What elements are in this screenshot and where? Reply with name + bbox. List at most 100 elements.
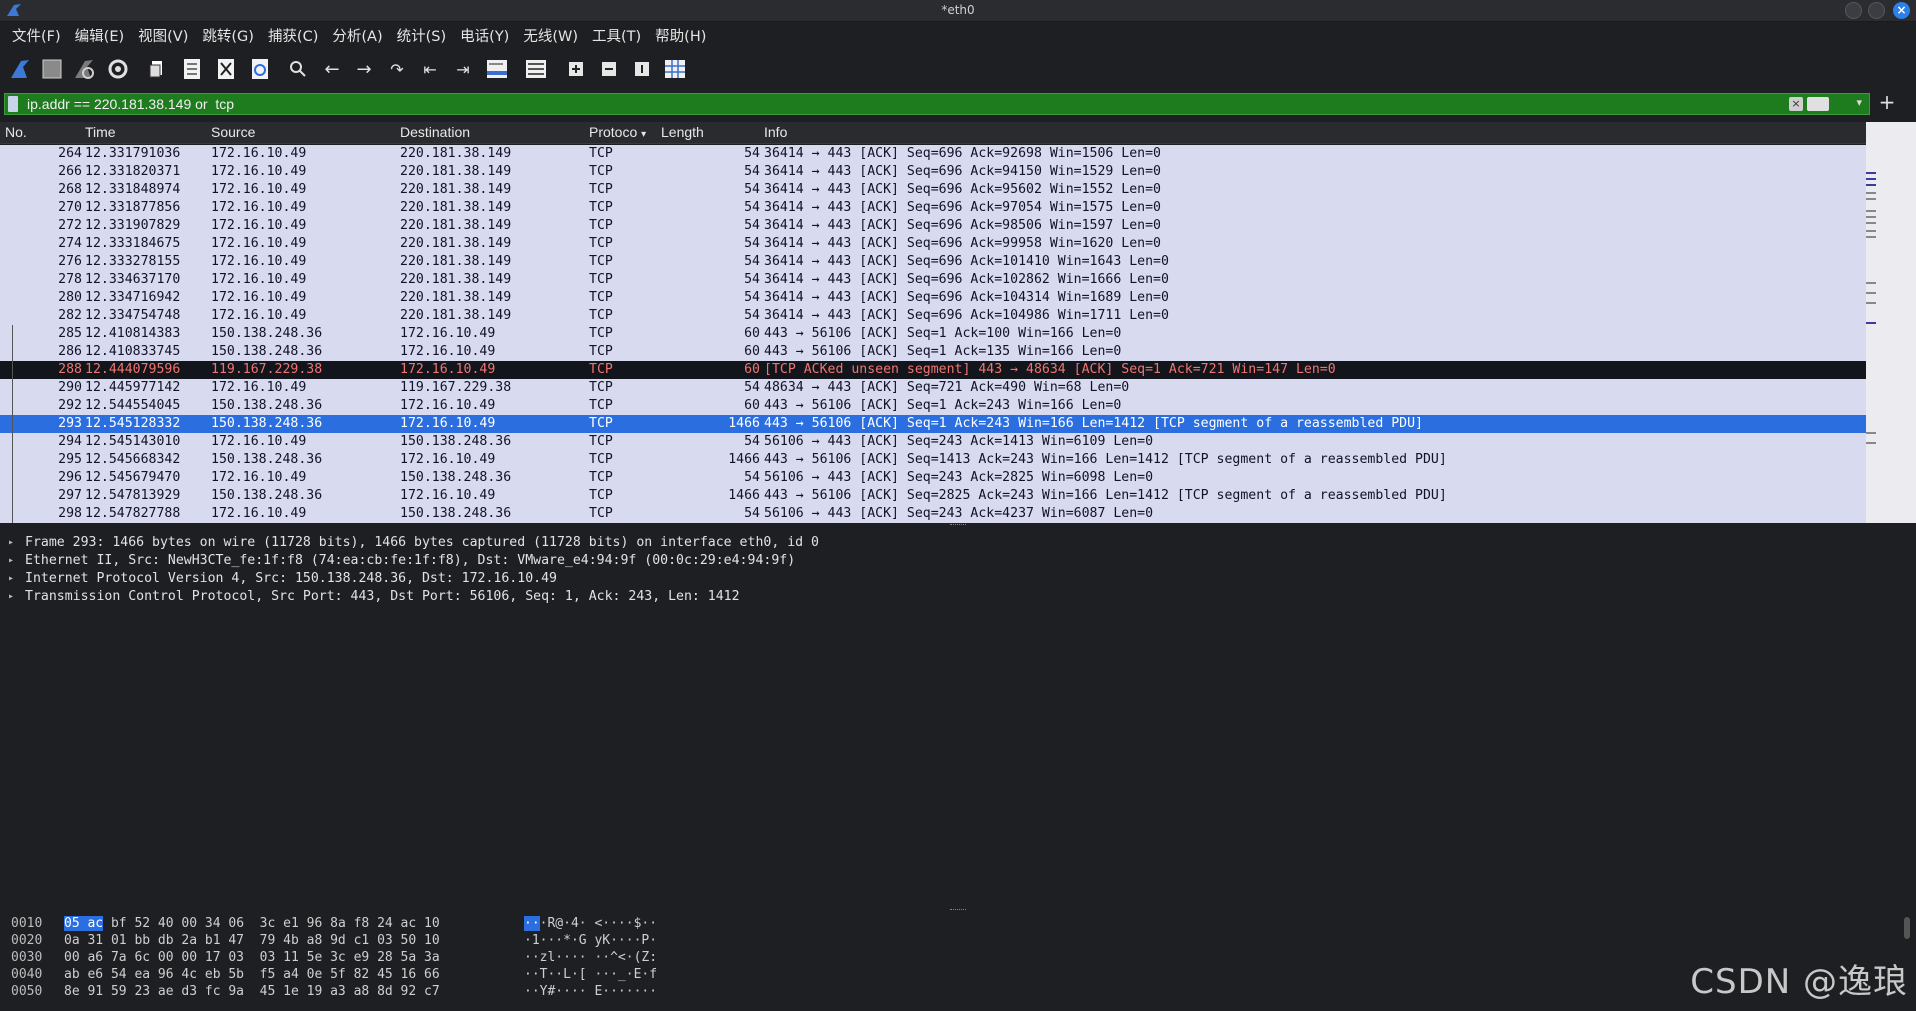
col-source-header[interactable]: Source: [211, 124, 255, 140]
packet-cell-no: 282: [58, 308, 82, 323]
maximize-button[interactable]: [1868, 2, 1885, 19]
stop-square-icon[interactable]: [40, 57, 64, 81]
packet-row[interactable]: 276 12.333278155 172.16.10.49 220.181.38.14…: [0, 253, 1866, 271]
display-filter-input[interactable]: ip.addr == 220.181.38.149 or tcp: [27, 96, 234, 112]
capture-options-gear-icon[interactable]: [106, 57, 130, 81]
save-file-icon[interactable]: [180, 57, 204, 81]
packet-list[interactable]: 264 12.331791036 172.16.10.49 220.181.38.14…: [0, 145, 1866, 523]
minimize-button[interactable]: [1845, 2, 1862, 19]
menu-analyze[interactable]: 分析(A): [325, 24, 389, 46]
go-back-icon[interactable]: ←: [320, 57, 344, 81]
expand-arrow-icon[interactable]: ▸: [8, 534, 14, 552]
colorize-icon[interactable]: [524, 57, 548, 81]
packet-row[interactable]: 266 12.331820371 172.16.10.49 220.181.38.14…: [0, 163, 1866, 181]
expand-arrow-icon[interactable]: ▸: [8, 552, 14, 570]
zoom-in-icon[interactable]: [564, 57, 588, 81]
packet-row[interactable]: 268 12.331848974 172.16.10.49 220.181.38.14…: [0, 181, 1866, 199]
go-to-packet-icon[interactable]: ↷: [385, 57, 409, 81]
packet-row[interactable]: 290 12.445977142 172.16.10.49 119.167.229.3…: [0, 379, 1866, 397]
packet-list-header: No. Time Source Destination Protoco ▾ Le…: [0, 122, 1916, 144]
packet-row[interactable]: 297 12.547813929 150.138.248.36 172.16.10.4…: [0, 487, 1866, 505]
packet-cell-info: 36414 → 443 [ACK] Seq=696 Ack=97054 Win=…: [764, 200, 1161, 215]
apply-filter-icon[interactable]: [1807, 97, 1829, 111]
menu-statistics[interactable]: 统计(S): [390, 24, 454, 46]
menu-wireless[interactable]: 无线(W): [516, 24, 585, 46]
packet-row[interactable]: 295 12.545668342 150.138.248.36 172.16.10.4…: [0, 451, 1866, 469]
bytes-ascii: ·1···*·G yK····P·: [524, 932, 657, 949]
chevron-down-icon[interactable]: ▾: [1856, 96, 1862, 109]
add-filter-button[interactable]: +: [1876, 91, 1898, 113]
restart-capture-icon[interactable]: [72, 57, 96, 81]
packet-cell-src: 150.138.248.36: [211, 452, 323, 467]
bytes-ascii: ··Y#···· E·······: [524, 983, 657, 1000]
menu-go[interactable]: 跳转(G): [195, 24, 261, 46]
go-first-icon[interactable]: ⇤: [418, 57, 442, 81]
resize-columns-icon[interactable]: [663, 57, 687, 81]
packet-cell-len: 1466: [728, 488, 760, 503]
zoom-out-icon[interactable]: [597, 57, 621, 81]
menu-capture[interactable]: 捕获(C): [261, 24, 325, 46]
packet-row[interactable]: 286 12.410833745 150.138.248.36 172.16.10.4…: [0, 343, 1866, 361]
packet-cell-src: 172.16.10.49: [211, 470, 307, 485]
col-length-header[interactable]: Length: [661, 124, 704, 140]
packet-cell-proto: TCP: [589, 326, 613, 341]
packet-bytes-pane[interactable]: 0010 05 ac bf 52 40 00 34 06 3c e1 96 8a …: [0, 913, 1916, 1011]
packet-row[interactable]: 298 12.547827788 172.16.10.49 150.138.248.3…: [0, 505, 1866, 523]
packet-list-scrollbar[interactable]: [1866, 122, 1916, 523]
col-protocol-header[interactable]: Protoco ▾: [589, 124, 646, 140]
auto-scroll-icon[interactable]: [485, 57, 509, 81]
clear-filter-icon[interactable]: ×: [1789, 97, 1803, 111]
packet-row[interactable]: 285 12.410814383 150.138.248.36 172.16.10.4…: [0, 325, 1866, 343]
packet-cell-src: 172.16.10.49: [211, 254, 307, 269]
go-last-icon[interactable]: ⇥: [451, 57, 475, 81]
packet-row[interactable]: 272 12.331907829 172.16.10.49 220.181.38.14…: [0, 217, 1866, 235]
menu-file[interactable]: 文件(F): [0, 24, 68, 46]
bytes-ascii-rest: ··T··L·[ ···_·E·f: [524, 967, 658, 982]
menu-edit[interactable]: 编辑(E): [68, 24, 131, 46]
go-forward-icon[interactable]: →: [352, 57, 376, 81]
packet-row[interactable]: 282 12.334754748 172.16.10.49 220.181.38.14…: [0, 307, 1866, 325]
packet-cell-info: 56106 → 443 [ACK] Seq=243 Ack=1413 Win=6…: [764, 434, 1154, 449]
packet-cell-proto: TCP: [589, 164, 613, 179]
col-no-header[interactable]: No.: [5, 124, 27, 140]
packet-row[interactable]: 280 12.334716942 172.16.10.49 220.181.38.14…: [0, 289, 1866, 307]
packet-row[interactable]: 288 12.444079596 119.167.229.38 172.16.10.4…: [0, 361, 1866, 379]
packet-row[interactable]: 293 12.545128332 150.138.248.36 172.16.10.4…: [0, 415, 1866, 433]
menu-telephony[interactable]: 电话(Y): [453, 24, 516, 46]
packet-cell-proto: TCP: [589, 488, 613, 503]
col-destination-header[interactable]: Destination: [400, 124, 470, 140]
packet-row[interactable]: 274 12.333184675 172.16.10.49 220.181.38.14…: [0, 235, 1866, 253]
packet-cell-len: 54: [744, 308, 760, 323]
packet-row[interactable]: 292 12.544554045 150.138.248.36 172.16.10.4…: [0, 397, 1866, 415]
expand-arrow-icon[interactable]: ▸: [8, 588, 14, 606]
bookmark-icon[interactable]: [8, 96, 18, 112]
packet-cell-dst: 220.181.38.149: [400, 164, 512, 179]
col-info-header[interactable]: Info: [764, 124, 787, 140]
menu-tools[interactable]: 工具(T): [585, 24, 648, 46]
packet-cell-no: 272: [58, 218, 82, 233]
packet-cell-dst: 220.181.38.149: [400, 146, 512, 161]
menu-view[interactable]: 视图(V): [131, 24, 195, 46]
close-window-button[interactable]: ×: [1893, 2, 1910, 19]
close-file-icon[interactable]: [214, 57, 238, 81]
open-file-icon[interactable]: [146, 57, 170, 81]
packet-cell-dst: 172.16.10.49: [400, 362, 496, 377]
packet-row[interactable]: 264 12.331791036 172.16.10.49 220.181.38.14…: [0, 145, 1866, 163]
packet-row[interactable]: 278 12.334637170 172.16.10.49 220.181.38.14…: [0, 271, 1866, 289]
bytes-scrollbar[interactable]: [1904, 917, 1910, 939]
packet-cell-time: 12.545143010: [85, 434, 181, 449]
bytes-hex: 0a 31 01 bb db 2a b1 47 79 4b a8 9d c1 0…: [64, 932, 440, 949]
packet-row[interactable]: 270 12.331877856 172.16.10.49 220.181.38.14…: [0, 199, 1866, 217]
display-filter-bar[interactable]: ip.addr == 220.181.38.149 or tcp × ▾: [4, 93, 1870, 115]
col-time-header[interactable]: Time: [85, 124, 116, 140]
packet-row[interactable]: 294 12.545143010 172.16.10.49 150.138.248.3…: [0, 433, 1866, 451]
packet-details-pane[interactable]: ▸ Frame 293: 1466 bytes on wire (11728 bi…: [0, 529, 1916, 909]
packet-cell-proto: TCP: [589, 218, 613, 233]
reload-file-icon[interactable]: [248, 57, 272, 81]
normal-size-icon[interactable]: [630, 57, 654, 81]
packet-row[interactable]: 296 12.545679470 172.16.10.49 150.138.248.3…: [0, 469, 1866, 487]
expand-arrow-icon[interactable]: ▸: [8, 570, 14, 588]
find-packet-icon[interactable]: [286, 57, 310, 81]
menu-help[interactable]: 帮助(H): [648, 24, 713, 46]
shark-fin-start-icon[interactable]: [8, 57, 32, 81]
